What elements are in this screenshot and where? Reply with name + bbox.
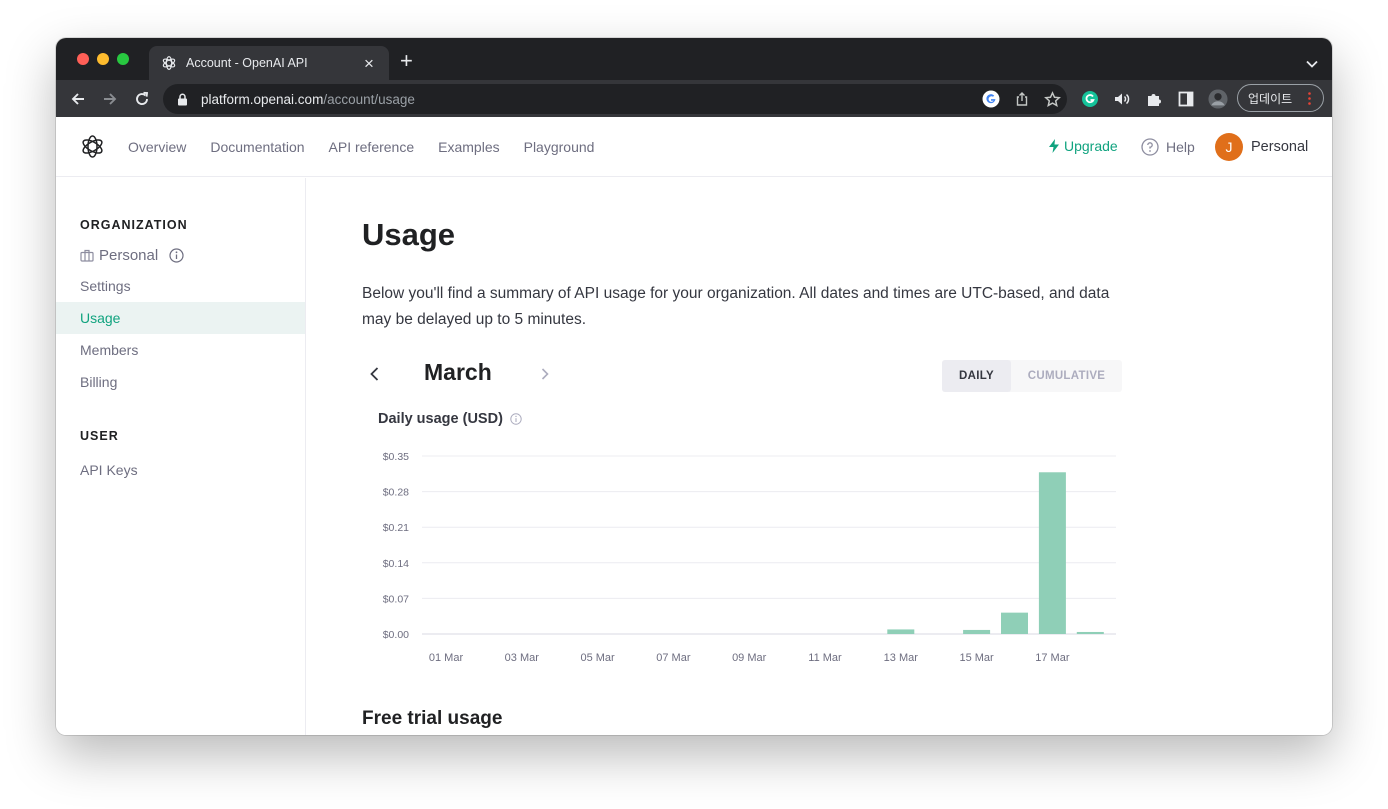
info-icon[interactable] — [169, 248, 184, 263]
bar-15-mar[interactable] — [963, 629, 991, 634]
tab-close-icon[interactable]: × — [361, 55, 377, 72]
cumulative-toggle-button[interactable]: CUMULATIVE — [1011, 360, 1122, 392]
url-text: platform.openai.com/account/usage — [201, 91, 415, 107]
maximize-window-button[interactable] — [117, 53, 129, 65]
bar-13-mar[interactable] — [887, 629, 915, 634]
update-label: 업데이트 — [1248, 91, 1293, 106]
profile-avatar-icon[interactable] — [1208, 89, 1228, 109]
back-arrow-icon[interactable] — [68, 89, 88, 109]
sidebar-item-settings[interactable]: Settings — [56, 270, 305, 302]
browser-toolbar: platform.openai.com/account/usage 업데이트 — [56, 80, 1332, 117]
new-tab-button[interactable]: + — [400, 50, 413, 72]
user-name: Personal — [1251, 139, 1309, 155]
side-panel-icon[interactable] — [1176, 89, 1196, 109]
google-icon[interactable] — [982, 90, 1000, 108]
organization-heading: ORGANIZATION — [80, 218, 188, 232]
x-tick-label: 01 Mar — [429, 652, 464, 664]
openai-logo-icon[interactable] — [80, 134, 105, 159]
upgrade-label: Upgrade — [1064, 138, 1118, 154]
close-window-button[interactable] — [77, 53, 89, 65]
help-link[interactable]: Help — [1141, 138, 1195, 156]
org-switcher[interactable]: Personal — [80, 247, 184, 264]
sidebar: ORGANIZATION Personal Settings Usage Mem… — [56, 178, 306, 735]
briefcase-icon — [80, 249, 94, 262]
sidebar-item-api-keys[interactable]: API Keys — [56, 454, 305, 486]
sidebar-item-billing[interactable]: Billing — [56, 366, 305, 398]
view-toggle: DAILY CUMULATIVE — [942, 360, 1122, 392]
browser-tab[interactable]: Account - OpenAI API × — [149, 46, 389, 80]
org-name: Personal — [99, 247, 159, 264]
more-menu-icon — [1308, 92, 1311, 105]
x-tick-label: 07 Mar — [656, 652, 691, 664]
nav-links: Overview Documentation API reference Exa… — [128, 117, 594, 177]
chart-title: Daily usage (USD) — [378, 411, 522, 427]
openai-favicon-icon — [161, 55, 177, 71]
page-description: Below you'll find a summary of API usage… — [362, 285, 1110, 328]
share-icon[interactable] — [1014, 91, 1030, 107]
browser-window: Account - OpenAI API × + platform.openai… — [56, 38, 1332, 735]
info-icon[interactable] — [510, 413, 522, 425]
main-content: Usage Below you'll find a summary of API… — [362, 178, 1262, 735]
y-tick-label: $0.07 — [383, 593, 409, 605]
lightning-icon — [1049, 139, 1059, 153]
y-tick-label: $0.00 — [383, 629, 409, 641]
speaker-extension-icon[interactable] — [1112, 89, 1132, 109]
page-title: Usage — [362, 217, 456, 252]
daily-toggle-button[interactable]: DAILY — [942, 360, 1011, 392]
free-trial-heading: Free trial usage — [362, 708, 503, 729]
minimize-window-button[interactable] — [97, 53, 109, 65]
x-tick-label: 11 Mar — [808, 652, 842, 664]
bar-16-mar[interactable] — [1001, 612, 1028, 634]
help-label: Help — [1166, 139, 1195, 155]
x-tick-label: 03 Mar — [505, 652, 540, 664]
y-tick-label: $0.21 — [383, 522, 409, 534]
help-circle-icon — [1141, 138, 1159, 156]
nav-link-api-reference[interactable]: API reference — [329, 139, 415, 155]
x-tick-label: 13 Mar — [884, 652, 919, 664]
nav-link-overview[interactable]: Overview — [128, 139, 186, 155]
sidebar-item-usage[interactable]: Usage — [56, 302, 305, 334]
x-tick-label: 09 Mar — [732, 652, 767, 664]
reload-icon[interactable] — [132, 89, 152, 109]
top-navigation: Overview Documentation API reference Exa… — [56, 117, 1332, 177]
extensions-puzzle-icon[interactable] — [1144, 89, 1164, 109]
sidebar-item-members[interactable]: Members — [56, 334, 305, 366]
y-tick-label: $0.28 — [383, 487, 409, 499]
nav-link-playground[interactable]: Playground — [524, 139, 595, 155]
web-page: Overview Documentation API reference Exa… — [56, 117, 1332, 735]
y-tick-label: $0.14 — [383, 558, 409, 570]
user-heading: USER — [80, 429, 119, 443]
forward-arrow-icon[interactable] — [100, 89, 120, 109]
upgrade-link[interactable]: Upgrade — [1049, 138, 1118, 154]
next-month-chevron-icon[interactable] — [539, 367, 551, 381]
nav-link-documentation[interactable]: Documentation — [210, 139, 304, 155]
bookmark-star-icon[interactable] — [1044, 90, 1061, 108]
y-tick-label: $0.35 — [383, 451, 409, 463]
nav-link-examples[interactable]: Examples — [438, 139, 499, 155]
bar-18-mar[interactable] — [1076, 631, 1104, 634]
avatar: J — [1215, 133, 1243, 161]
grammarly-extension-icon[interactable] — [1080, 89, 1100, 109]
bar-17-mar[interactable] — [1038, 472, 1066, 634]
lock-icon — [177, 93, 188, 106]
user-menu[interactable]: J Personal — [1215, 133, 1308, 161]
tab-title: Account - OpenAI API — [186, 56, 308, 70]
address-bar[interactable]: platform.openai.com/account/usage — [163, 84, 1067, 114]
daily-usage-chart: $0.35 $0.28 $0.21 $0.14 $0.07 $0.00 01 Mar 03 M… — [383, 451, 1116, 664]
chart-title-text: Daily usage (USD) — [378, 411, 503, 427]
previous-month-chevron-icon[interactable] — [368, 366, 382, 382]
x-tick-label: 17 Mar — [1035, 652, 1070, 664]
update-button[interactable]: 업데이트 — [1237, 84, 1324, 112]
month-label: March — [424, 359, 492, 385]
x-tick-label: 05 Mar — [580, 652, 615, 664]
x-tick-label: 15 Mar — [959, 652, 994, 664]
tab-search-chevron-icon[interactable] — [1306, 55, 1318, 73]
tab-bar: Account - OpenAI API × + — [56, 38, 1332, 80]
